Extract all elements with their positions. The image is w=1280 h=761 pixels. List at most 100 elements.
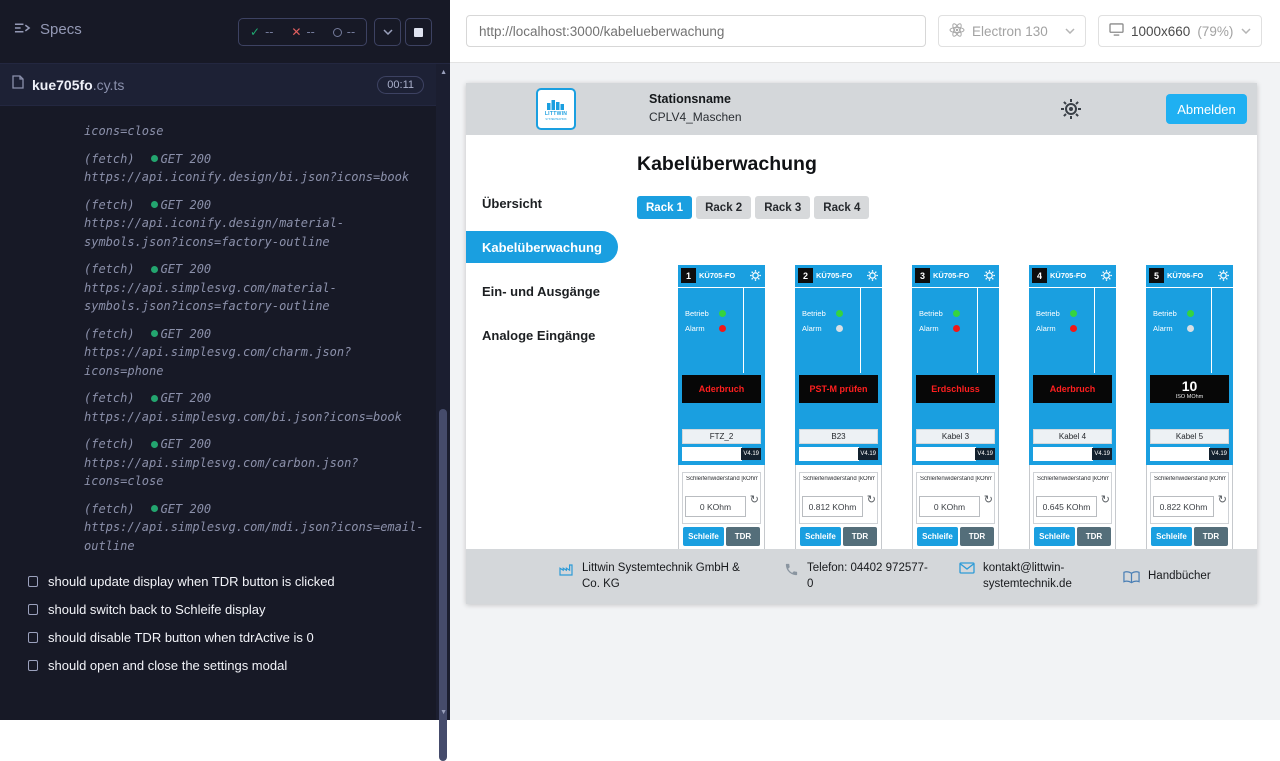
log-url-line: symbols.json?icons=factory-outline [84, 233, 436, 252]
measurement-box: Schleifenwiderstand [kOhm] 0.822 KOhm ↻ [1150, 472, 1229, 524]
viewport-select[interactable]: 1000x660 (79%) [1098, 15, 1262, 47]
command-log: icons=close (fetch)GET 200 https://api.i… [0, 106, 436, 561]
reporter-scrollbar[interactable]: ▲ ▼ [436, 64, 450, 720]
settings-gear-icon[interactable] [1059, 97, 1083, 121]
betrieb-led [836, 310, 843, 317]
card-controls: Schleifenwiderstand [kOhm] 0.812 KOhm ↻ … [795, 465, 882, 549]
url-bar[interactable]: http://localhost:3000/kabelueberwachung [466, 15, 926, 47]
card-controls: Schleifenwiderstand [kOhm] 0 KOhm ↻ Schl… [912, 465, 999, 549]
alarm-led [953, 325, 960, 332]
tdr-button[interactable]: TDR [843, 527, 877, 546]
sidebar-item-ein-und-ausgaenge[interactable]: Ein- und Ausgänge [466, 269, 618, 313]
divider [977, 287, 978, 373]
tab-rack-3[interactable]: Rack 3 [755, 196, 810, 219]
refresh-icon[interactable]: ↻ [984, 493, 993, 506]
scroll-up-icon[interactable]: ▲ [440, 69, 447, 76]
stat-passed: ✓-- [241, 25, 282, 39]
reporter-header: Specs ✓-- ✕-- -- [0, 0, 450, 64]
tdr-button[interactable]: TDR [726, 527, 760, 546]
divider [1146, 287, 1233, 288]
schleife-button[interactable]: Schleife [917, 527, 958, 546]
viewport-size: 1000x660 [1131, 24, 1190, 39]
device-cards: 1 KÜ705-FO Betrieb Alarm Aderbruch FTZ_2 [678, 265, 1233, 549]
card-gear-icon[interactable] [1217, 269, 1230, 282]
device-card: 2 KÜ705-FO Betrieb Alarm PST-M prüfen B2… [795, 265, 882, 549]
spec-ext: .cy.ts [93, 77, 125, 93]
card-number: 5 [1149, 268, 1164, 283]
tab-rack-4[interactable]: Rack 4 [814, 196, 869, 219]
refresh-icon[interactable]: ↻ [1101, 493, 1110, 506]
log-url-line: https://api.simplesvg.com/mdi.json?icons… [84, 518, 436, 537]
footer-manuals[interactable]: Handbücher [1123, 569, 1211, 585]
log-fetch-line: (fetch)GET 200 [84, 196, 436, 215]
alarm-status: Alarm [1036, 324, 1077, 333]
card-model: KÜ705-FO [1050, 271, 1086, 280]
refresh-icon[interactable]: ↻ [750, 493, 759, 506]
cable-name: Kabel 4 [1033, 429, 1112, 444]
test-stats[interactable]: ✓-- ✕-- -- [238, 18, 367, 46]
card-gear-icon[interactable] [866, 269, 879, 282]
log-entry: icons=close [84, 122, 436, 141]
sidebar-item-uebersicht[interactable]: Übersicht [466, 181, 618, 225]
test-item[interactable]: should update display when TDR button is… [0, 567, 436, 595]
card-model: KÜ705-FO [933, 271, 969, 280]
schleife-button[interactable]: Schleife [683, 527, 724, 546]
specs-menu-icon [14, 21, 31, 38]
measurement-value: 0.822 KOhm [1153, 496, 1214, 517]
chevron-down-icon [383, 29, 393, 35]
logout-button[interactable]: Abmelden [1166, 94, 1247, 124]
refresh-icon[interactable]: ↻ [867, 493, 876, 506]
test-bullet-icon [28, 576, 38, 587]
refresh-icon[interactable]: ↻ [1218, 493, 1227, 506]
test-item[interactable]: should open and close the settings modal [0, 651, 436, 679]
browser-select[interactable]: Electron 130 [938, 15, 1086, 47]
sidebar-item-kabelueberwachung[interactable]: Kabelüberwachung [466, 231, 618, 263]
tab-rack-2[interactable]: Rack 2 [696, 196, 751, 219]
test-item[interactable]: should switch back to Schleife display [0, 595, 436, 623]
log-entry: (fetch)GET 200 https://api.simplesvg.com… [84, 389, 436, 426]
blank-field [799, 447, 859, 461]
card-buttons: Schleife TDR [1034, 527, 1111, 546]
email-icon [959, 562, 975, 574]
measurement-box: Schleifenwiderstand [kOhm] 0 KOhm ↻ [916, 472, 995, 524]
divider [795, 287, 882, 288]
card-gear-icon[interactable] [1100, 269, 1113, 282]
scroll-down-icon[interactable]: ▼ [440, 709, 447, 716]
status-display: Aderbruch [1033, 375, 1112, 403]
chevron-down-icon [1065, 28, 1075, 34]
tab-rack-1[interactable]: Rack 1 [637, 196, 692, 219]
log-url-line: icons=close [84, 472, 436, 491]
measurement-value: 0.645 KOhm [1036, 496, 1097, 517]
cable-name: B23 [799, 429, 878, 444]
status-dot-icon [151, 201, 158, 208]
tdr-button[interactable]: TDR [960, 527, 994, 546]
firmware-version: V4.19 [1092, 448, 1112, 460]
tdr-button[interactable]: TDR [1077, 527, 1111, 546]
stat-pending: -- [324, 25, 364, 39]
app-header: LITTWIN SYSTEMTECHNIK Stationsname CPLV4… [466, 83, 1257, 135]
cable-name: FTZ_2 [682, 429, 761, 444]
specs-toggle[interactable]: Specs [14, 21, 82, 38]
card-gear-icon[interactable] [983, 269, 996, 282]
betrieb-led [1070, 310, 1077, 317]
schleife-button[interactable]: Schleife [800, 527, 841, 546]
log-entry: (fetch)GET 200 https://api.simplesvg.com… [84, 500, 436, 556]
schleife-button[interactable]: Schleife [1151, 527, 1192, 546]
card-display: 4 KÜ705-FO Betrieb Alarm Aderbruch Kabel… [1029, 265, 1116, 465]
device-card: 1 KÜ705-FO Betrieb Alarm Aderbruch FTZ_2 [678, 265, 765, 549]
blank-field [1033, 447, 1093, 461]
test-item[interactable]: should disable TDR button when tdrActive… [0, 623, 436, 651]
tdr-button[interactable]: TDR [1194, 527, 1228, 546]
schleife-button[interactable]: Schleife [1034, 527, 1075, 546]
stop-button[interactable] [405, 18, 432, 46]
log-url-line: https://api.iconify.design/material- [84, 214, 436, 233]
card-display: 1 KÜ705-FO Betrieb Alarm Aderbruch FTZ_2 [678, 265, 765, 465]
sidebar-item-analoge-eingaenge[interactable]: Analoge Eingänge [466, 313, 618, 357]
browser-name: Electron 130 [972, 24, 1048, 39]
divider [743, 287, 744, 373]
betrieb-status: Betrieb [802, 309, 843, 318]
aut-toolbar: http://localhost:3000/kabelueberwachung … [450, 0, 1280, 63]
spec-file-row[interactable]: kue705fo.cy.ts 00:11 [0, 64, 436, 106]
card-gear-icon[interactable] [749, 269, 762, 282]
collapse-button[interactable] [374, 18, 401, 46]
